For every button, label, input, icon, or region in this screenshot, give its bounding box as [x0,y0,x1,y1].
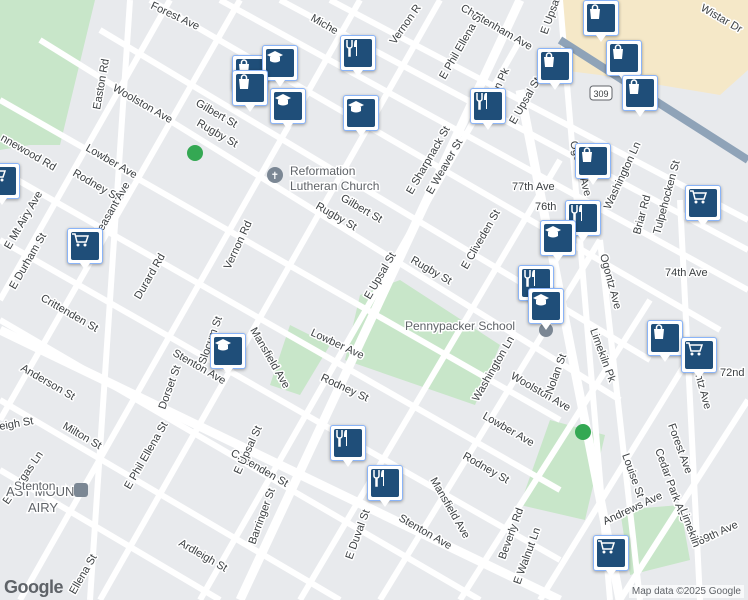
street-label: 74th Ave [665,267,708,279]
shopping-cart-icon[interactable] [685,185,721,227]
street-label: 76th [535,201,556,213]
google-logo: Google [4,577,64,597]
route-309-label: 309 [593,89,608,99]
graduation-cap-icon[interactable] [528,288,564,330]
shopping-cart-icon[interactable] [0,163,20,205]
fork-knife-icon[interactable] [340,35,376,77]
street-label: Ardleigh St [177,537,230,574]
church-label-1: Reformation [290,164,355,178]
fork-knife-icon[interactable] [470,88,506,130]
shopping-bag-icon[interactable] [647,320,683,362]
street-label: eigh St [0,415,34,433]
street-label: Briar Rd [631,194,653,236]
street-label: Stenton Ave [397,512,454,552]
map-attribution[interactable]: Map data ©2025 Google [628,585,744,598]
street-label: Anderson St [19,362,77,403]
shopping-cart-icon[interactable] [67,228,103,270]
street-label: Ellena St [67,552,99,596]
street-label: E Phil Ellena St [122,420,170,492]
street-label: 72nd [720,367,744,379]
graduation-cap-icon[interactable] [343,95,379,137]
street-label: Lowber Ave [481,410,537,449]
park-poi-icon [575,424,591,440]
shopping-bag-icon[interactable] [606,40,642,82]
fork-knife-icon[interactable] [367,465,403,507]
train-station-icon [74,483,88,497]
shopping-bag-icon[interactable] [622,75,658,117]
shopping-cart-icon[interactable] [681,337,717,379]
graduation-cap-icon[interactable] [210,333,246,375]
church-label-2: Lutheran Church [290,179,379,193]
park-poi-icon [187,145,203,161]
shopping-bag-icon[interactable] [575,143,611,185]
cross-icon: ✝ [271,171,279,182]
shopping-bag-icon[interactable] [537,48,573,90]
street-label: Miche [309,12,340,37]
map-canvas[interactable]: 309 Forest Ave Miche Vernon R Cheltenham… [0,0,748,600]
street-label: 77th Ave [512,181,555,193]
school-label: Pennypacker School [405,319,515,333]
fork-knife-icon[interactable] [330,425,366,467]
street-label: Dorset St [157,364,184,411]
street-label: Nolan St [544,352,570,396]
graduation-cap-icon[interactable] [270,88,306,130]
graduation-cap-icon[interactable] [540,220,576,262]
street-label: Ogontz Ave [597,253,623,311]
shopping-bag-icon[interactable] [232,70,268,112]
shopping-cart-icon[interactable] [593,535,629,577]
stenton-label: Stenton [14,479,55,493]
place-label: AIRY [28,500,58,515]
shopping-bag-icon[interactable] [583,0,619,42]
